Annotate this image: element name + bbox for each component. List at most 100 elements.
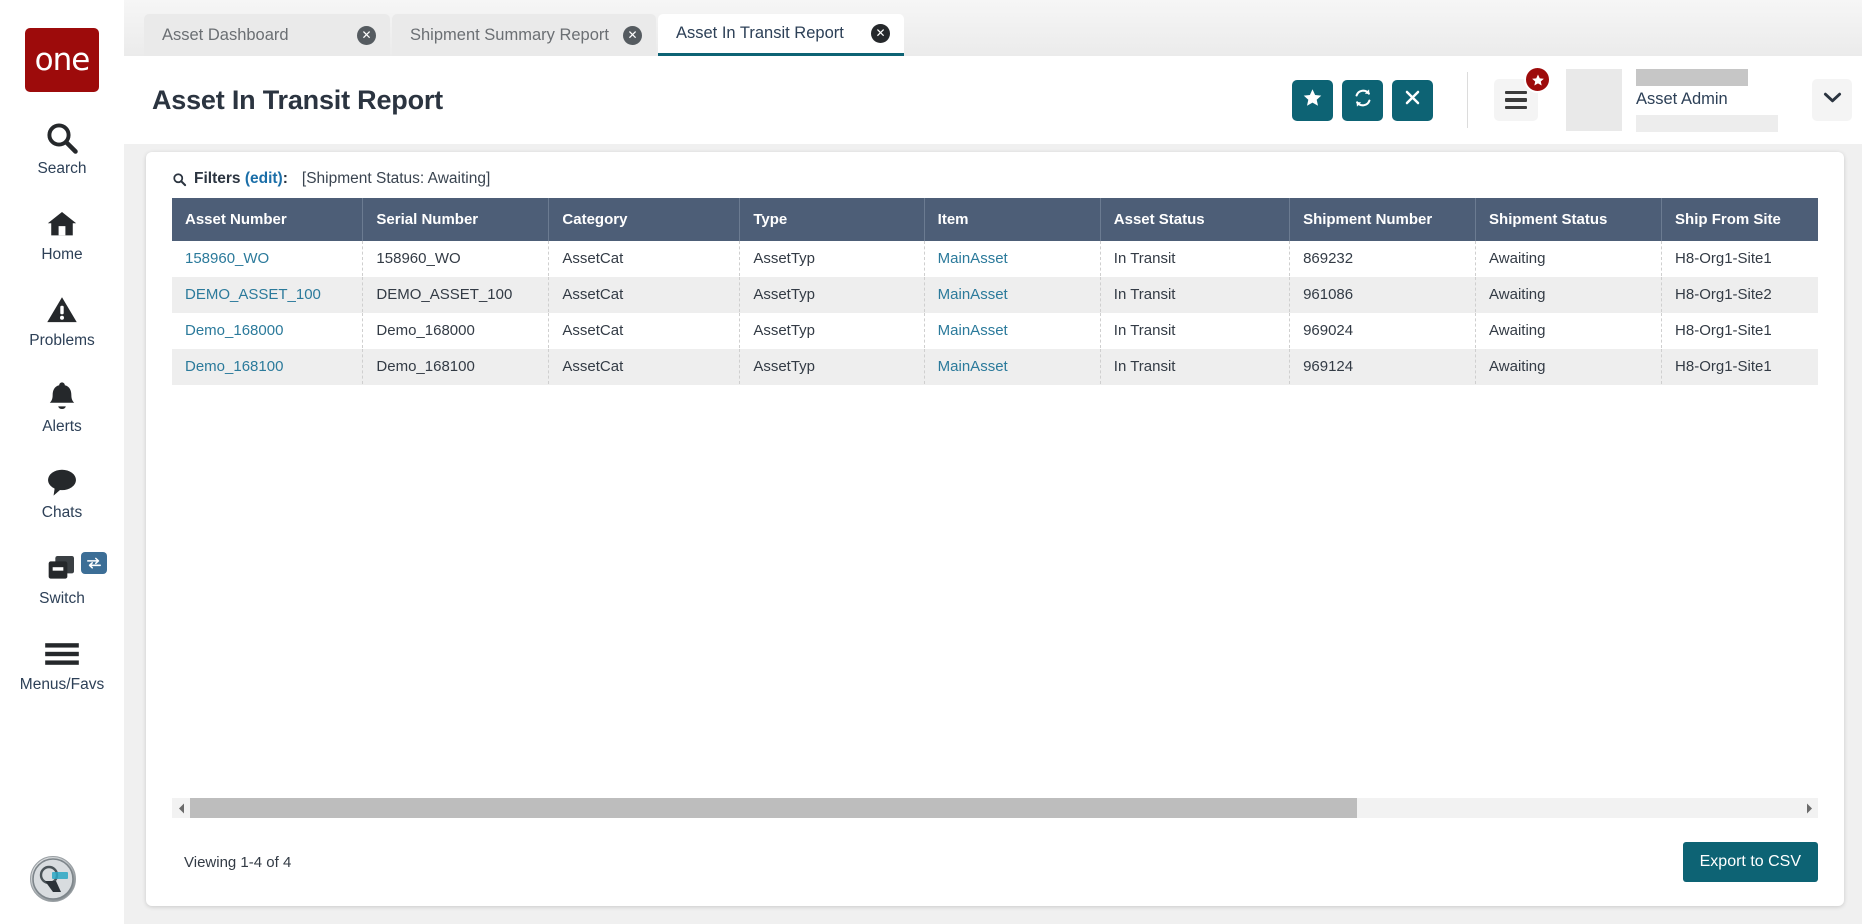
- scroll-right-icon[interactable]: [1800, 798, 1818, 818]
- tab-asset-dashboard[interactable]: Asset Dashboard ✕: [144, 14, 390, 56]
- sidebar-item-menus-favs[interactable]: Menus/Favs: [0, 634, 124, 694]
- cell-shipment-status: Awaiting: [1476, 313, 1662, 349]
- table-empty-space: [172, 385, 1818, 798]
- column-header-type[interactable]: Type: [740, 198, 924, 241]
- favorite-button[interactable]: [1292, 80, 1333, 121]
- user-block[interactable]: Asset Admin: [1566, 69, 1852, 132]
- sidebar-item-alerts[interactable]: Alerts: [0, 376, 124, 436]
- cell-serial-number: 158960_WO: [363, 241, 549, 277]
- report-table: Asset Number Serial Number Category Type…: [172, 198, 1818, 385]
- table-header-row: Asset Number Serial Number Category Type…: [172, 198, 1818, 241]
- item-link[interactable]: MainAsset: [938, 358, 1008, 375]
- sidebar-item-search[interactable]: Search: [0, 118, 124, 178]
- refresh-icon: [1352, 87, 1374, 114]
- column-header-item[interactable]: Item: [924, 198, 1100, 241]
- close-icon[interactable]: ✕: [357, 26, 376, 45]
- scroll-left-icon[interactable]: [172, 798, 190, 818]
- swap-arrows-icon[interactable]: [81, 552, 107, 574]
- cell-ship-from-site: H8-Org1-Site2: [1662, 277, 1818, 313]
- tab-label: Asset Dashboard: [162, 26, 289, 45]
- column-header-asset-number[interactable]: Asset Number: [172, 198, 363, 241]
- redacted-role-bar: [1636, 115, 1778, 132]
- scrollbar-track[interactable]: [190, 798, 1800, 818]
- cell-type: AssetTyp: [740, 349, 924, 385]
- column-header-serial-number[interactable]: Serial Number: [363, 198, 549, 241]
- sidebar-item-chats[interactable]: Chats: [0, 462, 124, 522]
- avatar: [1566, 69, 1622, 131]
- cell-type: AssetTyp: [740, 241, 924, 277]
- filters-bar: Filters (edit) : [Shipment Status: Await…: [146, 152, 1844, 198]
- user-avatar-icon[interactable]: [30, 856, 76, 902]
- asset-number-link[interactable]: 158960_WO: [185, 250, 269, 267]
- cell-asset-number: Demo_168100: [172, 349, 363, 385]
- windows-stack-icon: [44, 548, 80, 588]
- column-header-shipment-number[interactable]: Shipment Number: [1290, 198, 1476, 241]
- cell-serial-number: Demo_168100: [363, 349, 549, 385]
- sidebar-item-label: Alerts: [42, 418, 82, 436]
- left-sidebar: one Search Home Problems Alerts Chats: [0, 0, 124, 924]
- user-name: Asset Admin: [1636, 86, 1778, 112]
- home-icon: [44, 204, 80, 244]
- close-button[interactable]: [1392, 80, 1433, 121]
- item-link[interactable]: MainAsset: [938, 286, 1008, 303]
- cell-asset-status: In Transit: [1100, 313, 1289, 349]
- cell-shipment-status: Awaiting: [1476, 241, 1662, 277]
- table-body: 158960_WO 158960_WO AssetCat AssetTyp Ma…: [172, 241, 1818, 385]
- cell-type: AssetTyp: [740, 313, 924, 349]
- cell-category: AssetCat: [549, 277, 740, 313]
- tab-label: Asset In Transit Report: [676, 24, 844, 43]
- search-icon: [44, 118, 80, 158]
- sidebar-item-problems[interactable]: Problems: [0, 290, 124, 350]
- cell-serial-number: DEMO_ASSET_100: [363, 277, 549, 313]
- horizontal-scrollbar[interactable]: [172, 798, 1818, 818]
- item-link[interactable]: MainAsset: [938, 250, 1008, 267]
- column-header-ship-from-site[interactable]: Ship From Site: [1662, 198, 1818, 241]
- filters-label: Filters: [194, 170, 241, 188]
- close-x-icon: [1403, 88, 1422, 112]
- header-menu-button[interactable]: [1494, 79, 1538, 121]
- brand-logo[interactable]: one: [25, 28, 99, 92]
- column-header-asset-status[interactable]: Asset Status: [1100, 198, 1289, 241]
- close-icon[interactable]: ✕: [871, 24, 890, 43]
- cell-ship-from-site: H8-Org1-Site1: [1662, 349, 1818, 385]
- chevron-down-icon: [1823, 91, 1842, 109]
- sidebar-item-label: Chats: [42, 504, 83, 522]
- chat-bubble-icon: [44, 462, 80, 502]
- filters-value: [Shipment Status: Awaiting]: [302, 170, 490, 188]
- scrollbar-thumb[interactable]: [190, 798, 1357, 818]
- card-footer: Viewing 1-4 of 4 Export to CSV: [146, 818, 1844, 906]
- column-header-shipment-status[interactable]: Shipment Status: [1476, 198, 1662, 241]
- column-header-category[interactable]: Category: [549, 198, 740, 241]
- warning-triangle-icon: [44, 290, 80, 330]
- cell-category: AssetCat: [549, 313, 740, 349]
- export-to-csv-button[interactable]: Export to CSV: [1683, 842, 1818, 882]
- report-table-wrapper: Asset Number Serial Number Category Type…: [172, 198, 1818, 798]
- tab-shipment-summary-report[interactable]: Shipment Summary Report ✕: [392, 14, 656, 56]
- cell-asset-status: In Transit: [1100, 349, 1289, 385]
- item-link[interactable]: MainAsset: [938, 322, 1008, 339]
- table-row[interactable]: Demo_168000 Demo_168000 AssetCat AssetTy…: [172, 313, 1818, 349]
- sidebar-item-label: Menus/Favs: [20, 676, 104, 694]
- tab-asset-in-transit-report[interactable]: Asset In Transit Report ✕: [658, 14, 904, 56]
- sidebar-item-home[interactable]: Home: [0, 204, 124, 264]
- filters-edit-link[interactable]: (edit): [245, 170, 283, 188]
- cell-shipment-number: 961086: [1290, 277, 1476, 313]
- cell-item: MainAsset: [924, 349, 1100, 385]
- asset-number-link[interactable]: Demo_168100: [185, 358, 283, 375]
- asset-number-link[interactable]: DEMO_ASSET_100: [185, 286, 321, 303]
- cell-type: AssetTyp: [740, 277, 924, 313]
- sidebar-item-switch[interactable]: Switch: [0, 548, 124, 608]
- close-icon[interactable]: ✕: [623, 26, 642, 45]
- table-row[interactable]: DEMO_ASSET_100 DEMO_ASSET_100 AssetCat A…: [172, 277, 1818, 313]
- cell-category: AssetCat: [549, 241, 740, 277]
- cell-shipment-number: 969124: [1290, 349, 1476, 385]
- table-row[interactable]: 158960_WO 158960_WO AssetCat AssetTyp Ma…: [172, 241, 1818, 277]
- tab-label: Shipment Summary Report: [410, 26, 609, 45]
- user-menu-button[interactable]: [1812, 79, 1852, 121]
- cell-asset-number: Demo_168000: [172, 313, 363, 349]
- asset-number-link[interactable]: Demo_168000: [185, 322, 283, 339]
- table-row[interactable]: Demo_168100 Demo_168100 AssetCat AssetTy…: [172, 349, 1818, 385]
- hamburger-menu-icon: [1505, 106, 1527, 109]
- user-meta: Asset Admin: [1636, 69, 1778, 132]
- refresh-button[interactable]: [1342, 80, 1383, 121]
